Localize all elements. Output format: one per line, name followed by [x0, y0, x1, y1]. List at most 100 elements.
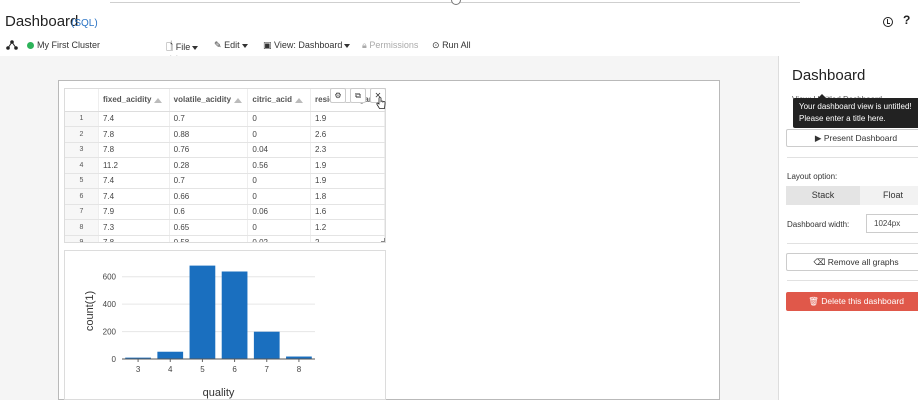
table-cell: 7.8	[98, 142, 170, 158]
tooltip-line: Your dashboard view is untitled!	[799, 102, 912, 111]
help-icon[interactable]: ?	[903, 13, 910, 27]
table-cell: 2.3	[310, 142, 385, 158]
table-widget[interactable]: fixed_acidity volatile_acidity citric_ac…	[64, 88, 386, 243]
layout-float-toggle[interactable]: Float	[860, 186, 918, 205]
table-cell: 7.4	[98, 173, 170, 189]
sort-icon[interactable]	[234, 97, 243, 103]
divider	[787, 157, 918, 158]
cluster-name: My First Cluster	[37, 40, 100, 50]
table-cell: 7.4	[98, 111, 170, 127]
bar	[253, 331, 280, 359]
row-number: 3	[65, 142, 99, 158]
divider	[787, 280, 918, 281]
x-tick-label: 8	[297, 365, 302, 374]
view-menu-label: View: Dashboard	[274, 40, 343, 50]
cluster-icon[interactable]	[6, 40, 18, 50]
edit-menu[interactable]: ✎ Edit	[214, 40, 248, 51]
hand-cursor-icon	[376, 97, 386, 109]
chevron-down-icon	[241, 43, 248, 48]
table-row: 9 7.8 0.58 0.02 2	[65, 235, 385, 242]
edit-menu-label: Edit	[224, 40, 240, 50]
bar	[157, 351, 184, 359]
cluster-status-icon	[27, 42, 34, 49]
table-cell: 0	[247, 173, 312, 189]
table-row: 3 7.8 0.76 0.04 2.3	[65, 142, 385, 158]
title-bar: Dashboard (SQL) ?	[0, 8, 918, 36]
table-cell: 0.76	[169, 142, 249, 158]
run-all-label: Run All	[442, 40, 471, 50]
table-row: 4 11.2 0.28 0.56 1.9	[65, 157, 385, 174]
layout-option-label: Layout option:	[787, 172, 838, 181]
dashboard-width-input[interactable]: 1024px	[866, 214, 918, 233]
view-menu[interactable]: ▣ View: Dashboard	[263, 40, 351, 51]
column-header[interactable]: volatile_acidity	[169, 89, 249, 112]
permissions-button[interactable]: 🔒︎ Permissions	[362, 40, 418, 51]
y-tick-label: 200	[103, 328, 117, 337]
table-cell: 1.2	[310, 219, 385, 236]
table-cell: 1.6	[310, 204, 385, 220]
table-cell: 1.9	[310, 173, 385, 189]
lock-icon: 🔒︎	[362, 40, 367, 50]
x-tick-label: 6	[232, 365, 237, 374]
table-row: 5 7.4 0.7 0 1.9	[65, 173, 385, 189]
tooltip-line: Please enter a title here.	[799, 114, 886, 123]
divider	[787, 243, 918, 244]
y-tick-label: 0	[112, 355, 117, 364]
language-tag: (SQL)	[71, 18, 98, 29]
notebook-toolbar: |⌵ My First Cluster 🗋 File ✎ Edit ▣ View…	[0, 36, 918, 62]
dashboard-sidebar: Dashboard View: Untitled Dashboard Your …	[778, 56, 918, 400]
clock-icon[interactable]	[883, 17, 893, 27]
run-all-button[interactable]: ⊙ Run All	[432, 40, 471, 51]
x-tick-label: 4	[168, 365, 173, 374]
chevron-down-icon	[344, 43, 351, 48]
bar-chart: 0 200 400 600 3 4 5 6 7 8 quality count(1)	[84, 265, 315, 399]
table-row: 1 7.4 0.7 0 1.9	[65, 111, 385, 127]
row-number: 2	[65, 126, 99, 143]
row-number: 9	[65, 235, 99, 242]
x-tick-label: 3	[136, 365, 141, 374]
file-menu[interactable]: 🗋 File	[166, 40, 199, 56]
x-tick-label: 7	[265, 365, 270, 374]
y-tick-label: 400	[103, 300, 117, 309]
table-cell: 7.4	[98, 188, 170, 205]
layout-stack-toggle[interactable]: Stack	[786, 186, 860, 205]
data-table: fixed_acidity volatile_acidity citric_ac…	[65, 89, 385, 242]
resize-handle[interactable]	[381, 238, 385, 242]
table-cell: 0.06	[247, 204, 312, 220]
x-axis-label: quality	[203, 387, 235, 399]
image-icon: ▣	[263, 40, 272, 50]
column-header-label: citric_acid	[252, 95, 292, 105]
table-cell: 0	[247, 126, 312, 143]
table-cell: 7.8	[98, 235, 170, 242]
column-header[interactable]: fixed_acidity	[98, 89, 170, 112]
delete-dashboard-button[interactable]: 🗑︎ Delete this dashboard	[786, 292, 918, 311]
table-cell: 0.7	[169, 173, 249, 189]
table-cell: 0	[247, 111, 312, 127]
table-cell: 2.6	[310, 126, 385, 143]
row-number: 7	[65, 204, 99, 220]
row-number: 8	[65, 219, 99, 236]
untitled-tooltip: Your dashboard view is untitled! Please …	[793, 94, 918, 128]
gear-icon[interactable]: ⚙	[330, 88, 346, 103]
chart-widget[interactable]: 0 200 400 600 3 4 5 6 7 8 quality count(1)	[64, 250, 386, 400]
play-circle-icon: ⊙	[432, 40, 440, 50]
table-cell: 0.28	[169, 157, 249, 174]
eraser-icon: ⌫	[813, 257, 826, 267]
pencil-icon: ✎	[214, 40, 222, 50]
table-cell: 0.04	[247, 142, 312, 158]
table-cell: 7.8	[98, 126, 170, 143]
table-cell: 1.8	[310, 188, 385, 205]
table-cell: 0.6	[169, 204, 249, 220]
file-icon: 🗋	[166, 42, 174, 52]
scroll-handle[interactable]	[451, 0, 461, 5]
table-cell: 11.2	[98, 157, 170, 174]
bar	[221, 271, 248, 359]
column-header[interactable]: citric_acid	[247, 89, 312, 112]
sort-icon[interactable]	[154, 97, 163, 103]
remove-all-graphs-button[interactable]: ⌫ Remove all graphs	[786, 253, 918, 271]
external-link-icon[interactable]: ⧉	[350, 88, 366, 103]
sort-icon[interactable]	[294, 97, 303, 103]
y-tick-label: 600	[103, 273, 117, 282]
table-cell: 0.58	[169, 235, 249, 242]
present-dashboard-button[interactable]: ▶ Present Dashboard	[786, 129, 918, 147]
